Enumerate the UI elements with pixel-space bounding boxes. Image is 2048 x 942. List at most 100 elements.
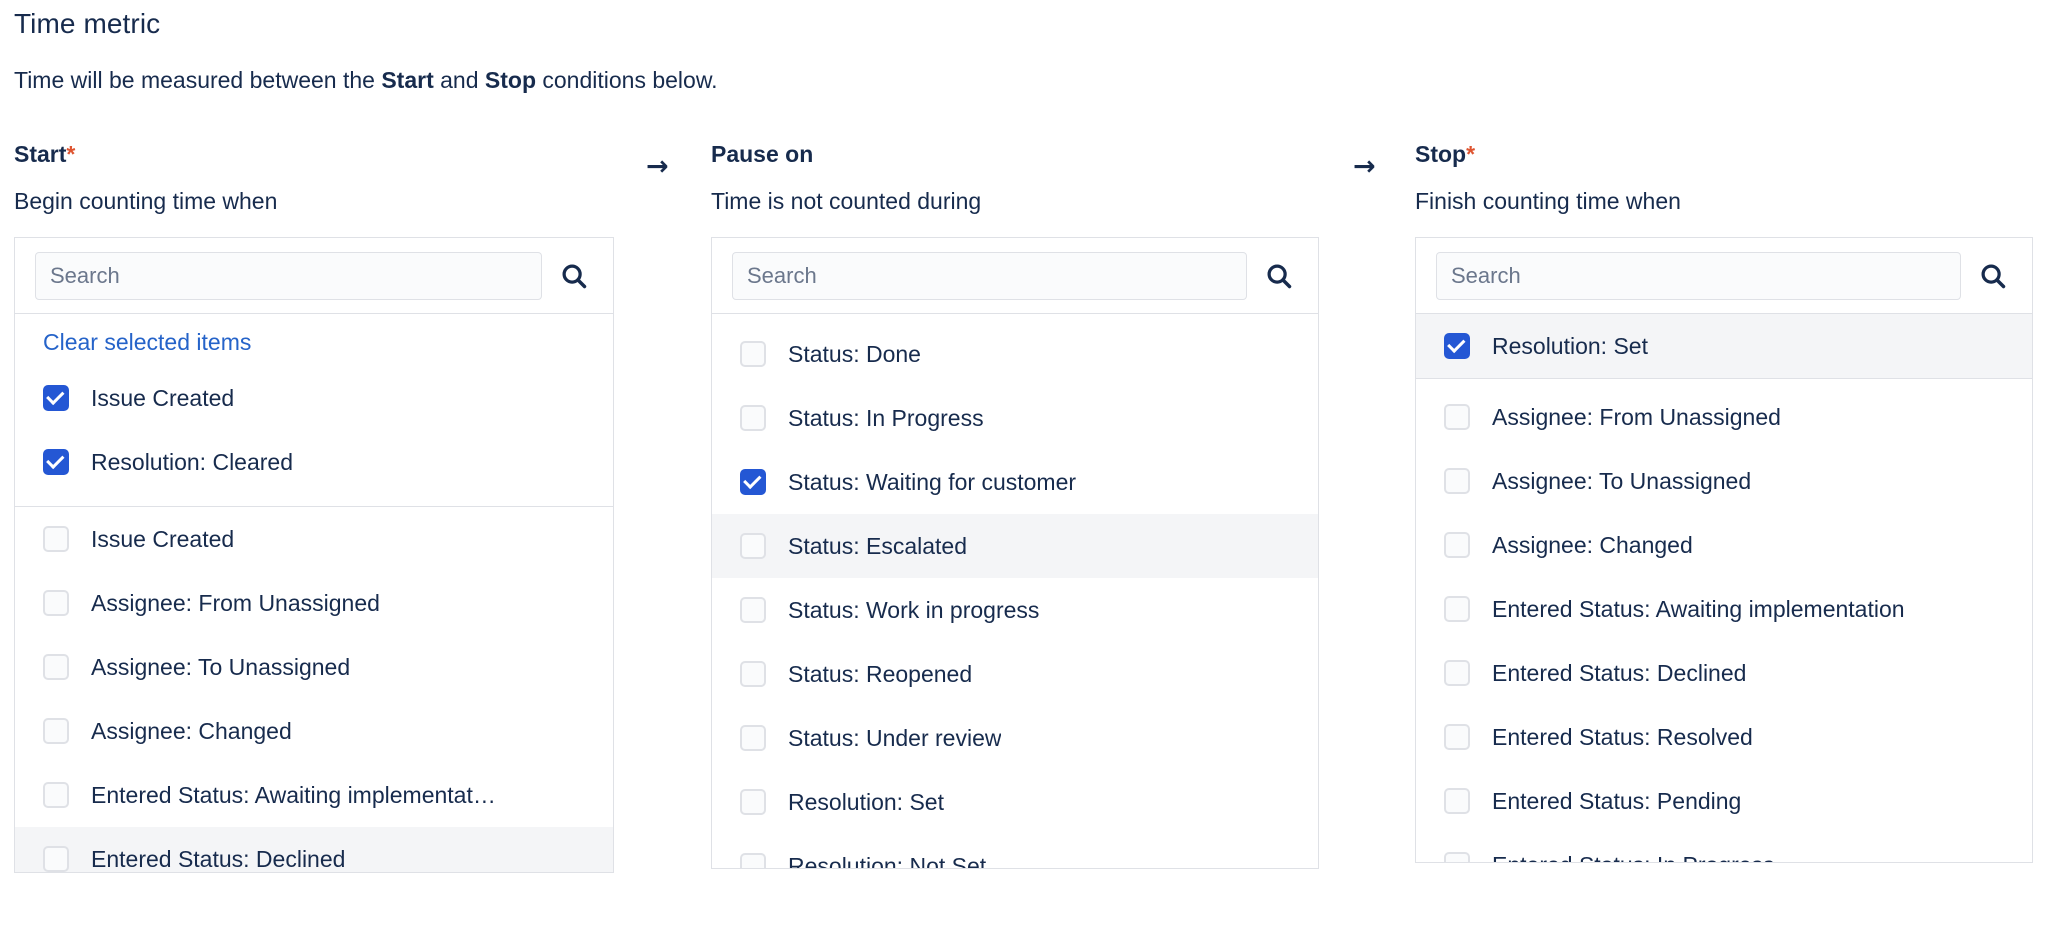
checkbox-icon[interactable] <box>43 654 69 680</box>
column-pause-on-heading: Pause on <box>711 140 1319 168</box>
list-item-label: Entered Status: Pending <box>1492 787 1742 814</box>
list-item[interactable]: Entered Status: Declined <box>1416 641 2032 705</box>
checkbox-checked-icon[interactable] <box>1444 333 1470 359</box>
list-item[interactable]: Entered Status: Resolved <box>1416 705 2032 769</box>
list-item-label: Entered Status: Awaiting implementat… <box>91 781 496 808</box>
list-item-label: Status: Waiting for customer <box>788 468 1077 495</box>
column-stop-heading: Stop* <box>1415 140 2033 168</box>
checkbox-icon[interactable] <box>43 846 69 872</box>
list-item-label: Issue Created <box>91 525 235 552</box>
checkbox-icon[interactable] <box>1444 788 1470 814</box>
stop-selected-group: Resolution: Set <box>1416 314 2032 379</box>
checkbox-icon[interactable] <box>43 718 69 744</box>
pause-condition-picker: Status: Done Status: In Progress Status:… <box>711 237 1319 869</box>
list-item[interactable]: Status: Reopened <box>712 642 1318 706</box>
stop-options-list[interactable]: Resolution: Set Assignee: From Unassigne… <box>1416 314 2032 862</box>
checkbox-icon[interactable] <box>43 782 69 808</box>
list-item[interactable]: Status: Escalated <box>712 514 1318 578</box>
checkbox-icon[interactable] <box>1444 852 1470 862</box>
list-item-label: Status: Under review <box>788 724 1002 751</box>
checkbox-icon[interactable] <box>740 661 766 687</box>
page-title: Time metric <box>14 8 161 39</box>
list-item[interactable]: Entered Status: Awaiting implementation <box>1416 577 2032 641</box>
list-item[interactable]: Assignee: Changed <box>1416 513 2032 577</box>
list-item-label: Entered Status: Declined <box>91 845 346 872</box>
checkbox-icon[interactable] <box>1444 532 1470 558</box>
checkbox-icon[interactable] <box>1444 468 1470 494</box>
list-item-label: Entered Status: Resolved <box>1492 723 1753 750</box>
list-item[interactable]: Assignee: To Unassigned <box>1416 449 2032 513</box>
list-item-label: Assignee: Changed <box>1492 531 1693 558</box>
list-item-label: Resolution: Set <box>788 788 944 815</box>
description-part-2: and <box>433 67 485 93</box>
list-item[interactable]: Status: Waiting for customer <box>712 450 1318 514</box>
list-item[interactable]: Resolution: Set <box>1416 314 2032 378</box>
search-icon[interactable] <box>1256 253 1302 299</box>
list-item[interactable]: Resolution: Cleared <box>15 430 613 494</box>
search-icon[interactable] <box>551 253 597 299</box>
checkbox-icon[interactable] <box>740 725 766 751</box>
search-icon[interactable] <box>1970 253 2016 299</box>
checkbox-icon[interactable] <box>740 789 766 815</box>
list-item-label: Entered Status: Awaiting implementation <box>1492 595 1905 622</box>
list-item-label: Assignee: From Unassigned <box>91 589 380 616</box>
list-item[interactable]: Status: Done <box>712 322 1318 386</box>
condition-columns: → → Start* Begin counting time when Sear… <box>0 140 2048 942</box>
checkbox-icon[interactable] <box>43 590 69 616</box>
checkbox-icon[interactable] <box>740 533 766 559</box>
list-item[interactable]: Assignee: Changed <box>15 699 613 763</box>
checkbox-icon[interactable] <box>740 597 766 623</box>
list-item[interactable]: Status: Under review <box>712 706 1318 770</box>
column-stop-subtitle: Finish counting time when <box>1415 188 1681 214</box>
list-item-label: Status: Work in progress <box>788 596 1040 623</box>
start-selected-group: Clear selected items Issue Created Resol… <box>15 314 613 507</box>
checkbox-icon[interactable] <box>1444 660 1470 686</box>
list-item[interactable]: Status: In Progress <box>712 386 1318 450</box>
search-input[interactable] <box>35 251 542 300</box>
list-item[interactable]: Issue Created <box>15 366 613 430</box>
list-item-label: Resolution: Set <box>1492 332 1648 359</box>
column-start-subtitle: Begin counting time when <box>14 188 278 214</box>
checkbox-icon[interactable] <box>1444 724 1470 750</box>
description-part-1: Time will be measured between the <box>14 67 382 93</box>
checkbox-icon[interactable] <box>43 526 69 552</box>
checkbox-checked-icon[interactable] <box>740 469 766 495</box>
list-item[interactable]: Resolution: Set <box>712 770 1318 834</box>
column-start: Start* Begin counting time when Clear se… <box>14 140 614 873</box>
list-item-label: Assignee: Changed <box>91 717 292 744</box>
list-item[interactable]: Assignee: From Unassigned <box>1416 385 2032 449</box>
page-description: Time will be measured between the Start … <box>14 67 718 94</box>
start-options-list[interactable]: Clear selected items Issue Created Resol… <box>15 314 613 872</box>
checkbox-icon[interactable] <box>1444 596 1470 622</box>
time-metric-page: Time metric Time will be measured betwee… <box>0 0 2048 942</box>
checkbox-checked-icon[interactable] <box>43 449 69 475</box>
column-pause-on-subtitle: Time is not counted during <box>711 188 982 214</box>
list-item-label: Entered Status: Declined <box>1492 659 1747 686</box>
list-item[interactable]: Resolution: Not Set <box>712 834 1318 868</box>
start-search-row <box>15 238 613 314</box>
description-start-bold: Start <box>381 67 434 93</box>
checkbox-icon[interactable] <box>740 853 766 868</box>
checkbox-checked-icon[interactable] <box>43 385 69 411</box>
list-item[interactable]: Entered Status: Pending <box>1416 769 2032 833</box>
list-item[interactable]: Status: Work in progress <box>712 578 1318 642</box>
search-input[interactable] <box>732 251 1247 300</box>
list-item[interactable]: Entered Status: Declined <box>15 827 613 872</box>
list-item[interactable]: Issue Created <box>15 507 613 571</box>
column-stop: Stop* Finish counting time when Search R… <box>1415 140 2033 863</box>
column-stop-title: Stop <box>1415 141 1467 167</box>
list-item[interactable]: Entered Status: Awaiting implementat… <box>15 763 613 827</box>
checkbox-icon[interactable] <box>1444 404 1470 430</box>
checkbox-icon[interactable] <box>740 405 766 431</box>
pause-options-list[interactable]: Status: Done Status: In Progress Status:… <box>712 322 1318 868</box>
list-item[interactable]: Entered Status: In Progress <box>1416 833 2032 862</box>
checkbox-icon[interactable] <box>740 341 766 367</box>
list-item[interactable]: Assignee: From Unassigned <box>15 571 613 635</box>
description-part-3: conditions below. <box>536 67 718 93</box>
search-input[interactable] <box>1436 251 1961 300</box>
arrow-right-icon-1: → <box>646 151 669 182</box>
column-pause-on-title: Pause on <box>711 141 814 167</box>
clear-selected-items-link[interactable]: Clear selected items <box>15 314 613 366</box>
list-item-label: Assignee: From Unassigned <box>1492 403 1781 430</box>
list-item[interactable]: Assignee: To Unassigned <box>15 635 613 699</box>
